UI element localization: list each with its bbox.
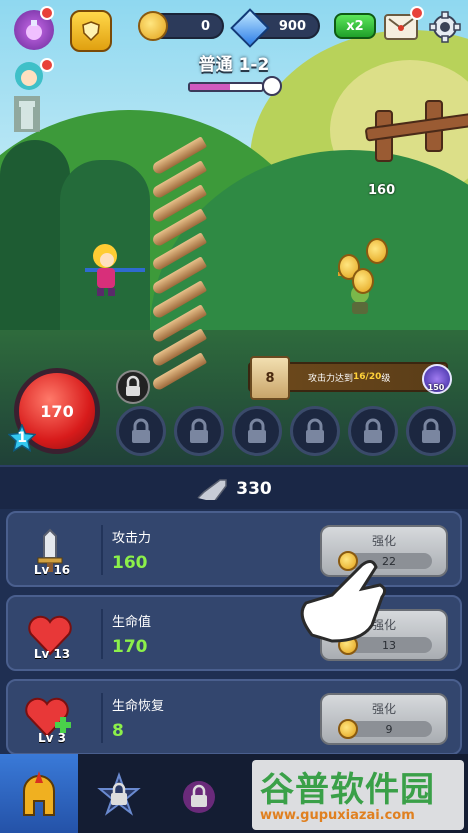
regen-level: Lv 3 — [38, 731, 66, 745]
lock-icon — [132, 418, 150, 443]
health-level: Lv 13 — [33, 647, 71, 661]
site-watermark: 谷普软件园 www.gupuxiazai.com — [252, 760, 464, 830]
tab-locked-1[interactable] — [80, 754, 158, 833]
hero-archer — [75, 238, 145, 296]
watermark-name: 谷普软件园 — [260, 770, 435, 810]
skill-slot-locked[interactable] — [116, 406, 166, 456]
attack-level: Lv 16 — [33, 563, 71, 577]
quest-number: 8 — [265, 370, 275, 386]
locked-paw-icon — [183, 780, 215, 813]
spiked-barricade — [150, 136, 210, 392]
divider — [101, 525, 103, 575]
speed-x2-button[interactable]: x2 — [334, 13, 376, 39]
stage-title: 普通 1-2 — [198, 55, 270, 75]
boss-skull-icon — [262, 76, 282, 96]
tower-button[interactable] — [14, 96, 40, 132]
watermark-url: www.gupuxiazai.com — [260, 808, 415, 823]
stage-progress-fill — [190, 84, 230, 90]
regen-label: 生命恢复 — [112, 699, 165, 714]
upgrade-regen-button[interactable]: 强化 9 — [320, 693, 448, 745]
tab-hero[interactable] — [0, 754, 78, 833]
quest-text-prefix: 攻击力达到 — [308, 373, 354, 384]
divider — [101, 693, 103, 743]
lock-icon — [126, 375, 140, 396]
tower-icon — [19, 101, 35, 129]
settings-button[interactable] — [428, 10, 462, 44]
lock-icon — [248, 418, 266, 443]
tutorial-hand-pointer — [292, 555, 392, 645]
gem-count: 900 — [278, 18, 306, 34]
sword-icon — [197, 479, 227, 500]
coin-icon — [138, 11, 168, 41]
skill-slot-locked[interactable] — [348, 406, 398, 456]
upgrade-card-regen: Lv 3 生命恢复 8 强化 9 — [6, 679, 462, 755]
attack-label: 攻击力 — [112, 531, 152, 546]
locked-star-icon — [97, 771, 141, 816]
locked-slot-button[interactable] — [116, 370, 150, 404]
hp-value: 170 — [40, 401, 74, 421]
notification-dot — [40, 6, 54, 20]
lock-icon — [306, 418, 324, 443]
notification-dot — [410, 6, 424, 20]
divider — [101, 609, 103, 659]
upgrade-button-label: 强化 — [371, 534, 396, 548]
gear-icon — [429, 11, 461, 43]
attack-value: 160 — [112, 553, 148, 573]
upgrade-card-attack: Lv 16 攻击力 160 强化 22 — [6, 511, 462, 587]
tab-locked-2[interactable] — [160, 754, 238, 833]
lock-icon — [422, 418, 440, 443]
quest-text-suffix: 级 — [381, 373, 391, 384]
spartan-helmet-icon — [23, 770, 55, 816]
upgrade-card-health: Lv 13 生命值 170 强化 13 — [6, 595, 462, 671]
shield-icon — [82, 21, 100, 42]
hero-level-badge: 1 — [8, 424, 36, 452]
stage-progress-bar — [188, 82, 264, 92]
lock-icon — [364, 418, 382, 443]
upgrade-panel: Lv 16 攻击力 160 强化 22 Lv 13 生命值 170 强化 13 … — [0, 509, 468, 755]
wooden-fence — [364, 100, 468, 162]
skill-slot-locked[interactable] — [290, 406, 340, 456]
health-value: 170 — [112, 637, 148, 657]
rank-badge-button[interactable] — [70, 10, 112, 52]
health-label: 生命值 — [112, 615, 152, 630]
skill-slot-locked[interactable] — [232, 406, 282, 456]
quest-progress: 16/20 — [353, 372, 382, 382]
gold-coin-drop — [352, 268, 374, 294]
coin-count: 0 — [200, 18, 210, 34]
upgrade-cost: 9 — [346, 721, 432, 737]
combat-power-value: 330 — [236, 479, 272, 499]
potion-icon — [26, 20, 42, 40]
gold-coin-drop — [366, 238, 388, 264]
skill-slot-locked[interactable] — [174, 406, 224, 456]
upgrade-button-label: 强化 — [371, 702, 396, 716]
speed-label: x2 — [346, 18, 364, 34]
envelope-icon — [388, 18, 414, 31]
skill-slot-locked[interactable] — [406, 406, 456, 456]
quest-scroll-icon: 8 — [250, 356, 290, 400]
lock-icon — [190, 418, 208, 443]
regen-value: 8 — [112, 721, 124, 741]
combat-power-bar: 330 — [0, 465, 468, 511]
damage-popup: 160 — [368, 183, 396, 198]
hero-level: 1 — [17, 430, 27, 446]
coin-icon — [338, 719, 358, 739]
quest-reward-amount: 150 — [427, 383, 445, 392]
